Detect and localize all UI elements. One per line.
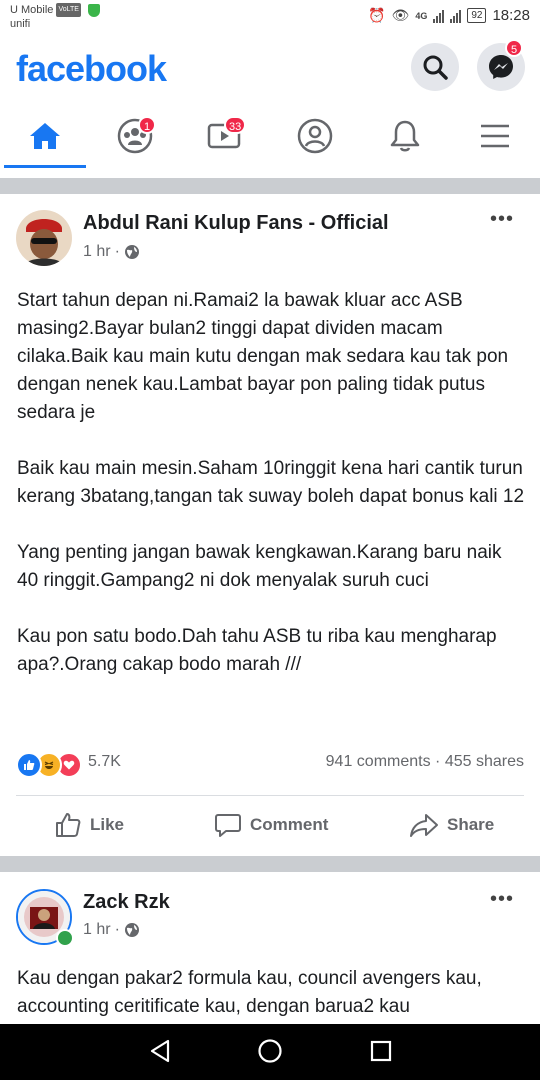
tab-watch[interactable]: 33: [180, 104, 270, 168]
network-name: unifi: [10, 18, 31, 31]
volte-icon: VoLTE: [56, 3, 81, 18]
watch-badge: 33: [224, 116, 247, 134]
post-paragraph: Start tahun depan ni.Ramai2 la bawak klu…: [17, 290, 509, 423]
post-author[interactable]: Zack Rzk: [83, 891, 170, 914]
post-paragraph: Yang penting jangan bawak kengkawan.Kara…: [17, 542, 502, 591]
like-icon: [56, 813, 81, 837]
comment-label: Comment: [250, 815, 329, 834]
comments-count[interactable]: 941 comments: [326, 753, 431, 770]
battery-icon: 92: [467, 8, 487, 23]
profile-icon: [297, 118, 333, 154]
alarm-icon: ⏰: [368, 7, 386, 23]
feed-divider: [0, 178, 540, 194]
comment-button[interactable]: Comment: [214, 797, 328, 853]
avatar[interactable]: [16, 210, 72, 266]
shares-count[interactable]: 455 shares: [445, 753, 524, 770]
author-photo: [16, 210, 72, 266]
search-icon: [423, 55, 448, 80]
like-reaction-icon: [16, 752, 42, 778]
tab-notifications[interactable]: [360, 104, 450, 168]
post-separator: [16, 795, 524, 796]
android-nav-bar: [0, 1024, 540, 1080]
tab-menu[interactable]: [450, 104, 540, 168]
status-bar: U Mobile VoLTE unifi ⏰ 👁 4G 92 18:28: [0, 0, 540, 34]
clock: 18:28: [492, 7, 530, 24]
reactions-row: 5.7K 941 comments · 455 shares: [16, 750, 524, 780]
comment-icon: [215, 814, 241, 837]
square-recents-icon: [370, 1040, 392, 1062]
post-meta: 1 hr ·: [83, 921, 140, 939]
messenger-icon: [489, 55, 513, 79]
groups-badge: 1: [138, 116, 156, 134]
post-paragraph: Kau pon satu bodo.Dah tahu ASB tu riba k…: [17, 626, 497, 675]
circle-home-icon: [258, 1039, 282, 1063]
share-button[interactable]: Share: [409, 797, 494, 853]
reactions-count[interactable]: 5.7K: [88, 753, 121, 771]
post-time[interactable]: 1 hr: [83, 243, 111, 261]
back-button[interactable]: [148, 1038, 172, 1069]
messenger-button[interactable]: 5: [477, 39, 525, 91]
post-paragraph: Kau dengan pakar2 formula kau, council a…: [17, 968, 482, 1017]
share-icon: [410, 814, 438, 837]
tab-groups[interactable]: 1: [90, 104, 180, 168]
carrier-name: U Mobile: [10, 4, 54, 16]
post-time[interactable]: 1 hr: [83, 921, 111, 939]
post-card: Abdul Rani Kulup Fans - Official 1 hr · …: [0, 194, 540, 856]
like-button[interactable]: Like: [54, 797, 124, 853]
signal-icon: [433, 9, 445, 23]
more-options-icon[interactable]: •••: [490, 208, 514, 231]
carrier-info: U Mobile VoLTE unifi: [10, 3, 101, 31]
network-type: 4G: [415, 10, 428, 21]
meta-separator: ·: [114, 921, 120, 938]
back-icon: [150, 1039, 170, 1063]
messenger-badge: 5: [505, 39, 523, 57]
like-label: Like: [90, 815, 125, 834]
post-actions: Like Comment Share: [0, 797, 540, 853]
reaction-icons[interactable]: [16, 752, 82, 778]
menu-icon: [481, 124, 509, 148]
recents-button[interactable]: [369, 1038, 393, 1069]
globe-icon: [124, 923, 139, 937]
eye-icon: 👁: [391, 7, 410, 23]
globe-icon: [124, 245, 139, 259]
stats-separator: ·: [435, 753, 445, 770]
shield-icon: [88, 3, 101, 17]
post-paragraph: Baik kau main mesin.Saham 10ringgit kena…: [17, 458, 525, 507]
post-body: Start tahun depan ni.Ramai2 la bawak klu…: [17, 287, 527, 707]
home-nav-button[interactable]: [257, 1038, 283, 1069]
more-options-icon[interactable]: •••: [490, 888, 514, 911]
status-indicators: ⏰ 👁 4G 92 18:28: [368, 7, 530, 24]
feed-divider: [0, 856, 540, 872]
signal-icon-2: [450, 9, 462, 23]
facebook-logo[interactable]: facebook: [16, 48, 167, 90]
tab-home[interactable]: [0, 104, 90, 168]
home-icon: [30, 123, 60, 149]
tab-profile[interactable]: [270, 104, 360, 168]
app-header: facebook 5: [0, 34, 540, 102]
bell-icon: [390, 120, 420, 152]
meta-separator: ·: [114, 243, 120, 260]
search-button[interactable]: [411, 43, 459, 91]
tab-bar: 1 33: [0, 104, 540, 168]
post-meta: 1 hr ·: [83, 243, 140, 261]
post-card: Zack Rzk 1 hr · ••• Kau dengan pakar2 fo…: [0, 872, 540, 1024]
share-label: Share: [447, 815, 495, 834]
online-status-dot: [56, 929, 74, 947]
post-author[interactable]: Abdul Rani Kulup Fans - Official: [83, 212, 389, 235]
post-stats: 941 comments · 455 shares: [326, 753, 524, 771]
